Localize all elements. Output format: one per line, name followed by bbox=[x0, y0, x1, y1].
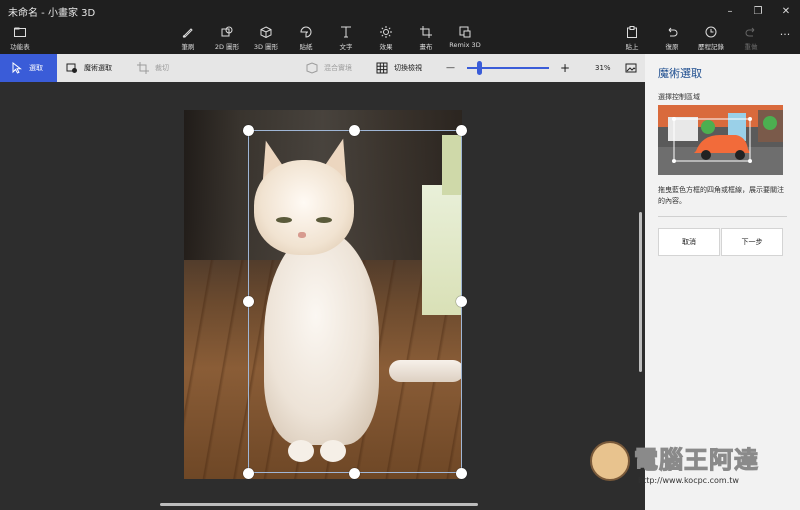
brushes-button[interactable]: 筆刷 bbox=[166, 26, 210, 51]
maximize-button[interactable]: ❐ bbox=[744, 0, 772, 22]
panel-subtitle: 選擇控制區域 bbox=[658, 93, 700, 101]
selection-handle-top-left[interactable] bbox=[243, 125, 254, 136]
zoom-slider-thumb[interactable] bbox=[477, 61, 482, 75]
horizontal-scrollbar[interactable] bbox=[160, 503, 478, 506]
toggle-view-label: 切換檢視 bbox=[394, 64, 422, 72]
zoom-in-button[interactable]: + bbox=[560, 54, 570, 82]
folder-icon bbox=[14, 26, 26, 38]
more-label: ··· bbox=[779, 28, 791, 41]
selection-handle-top[interactable] bbox=[349, 125, 360, 136]
undo-button[interactable]: 復原 bbox=[650, 26, 694, 51]
selection-handle-left[interactable] bbox=[243, 296, 254, 307]
shapes2d-label: 2D 圖形 bbox=[214, 43, 240, 51]
more-button[interactable]: ··· bbox=[763, 25, 800, 41]
image-icon bbox=[625, 62, 637, 74]
window-title: 未命名 - 小畫家 3D bbox=[8, 7, 96, 19]
text-label: 文字 bbox=[339, 43, 353, 51]
canvas-button[interactable]: 畫布 bbox=[404, 26, 448, 51]
close-button[interactable]: ✕ bbox=[772, 0, 800, 22]
shapes-2d-icon bbox=[221, 26, 233, 38]
watermark-url: http://www.kocpc.com.tw bbox=[638, 476, 739, 485]
magic-select-button[interactable]: 魔術選取 bbox=[66, 54, 112, 82]
effects-label: 效果 bbox=[379, 43, 393, 51]
selection-handle-right[interactable] bbox=[456, 296, 467, 307]
stickers-label: 貼紙 bbox=[299, 43, 313, 51]
panel-description: 拖曳藍色方框的四角或框線，展示要關注的內容。 bbox=[658, 186, 784, 205]
sticker-icon bbox=[300, 26, 312, 38]
vertical-scrollbar[interactable] bbox=[639, 212, 642, 372]
watermark-brand: 電腦王阿達 bbox=[634, 446, 759, 475]
mixed-reality-label: 混合實境 bbox=[324, 64, 352, 72]
zoom-plus-label: + bbox=[560, 61, 571, 75]
mixed-reality-button[interactable]: 混合實境 bbox=[306, 54, 352, 82]
paste-label: 貼上 bbox=[625, 43, 639, 51]
stickers-button[interactable]: 貼紙 bbox=[284, 26, 328, 51]
crop-button[interactable]: 裁切 bbox=[137, 54, 169, 82]
mixed-reality-icon bbox=[306, 62, 318, 74]
menu-label: 功能表 bbox=[10, 43, 30, 51]
cancel-button[interactable]: 取消 bbox=[658, 228, 720, 256]
brush-icon bbox=[182, 26, 194, 38]
minimize-button[interactable]: – bbox=[716, 0, 744, 22]
preview-illustration bbox=[658, 105, 783, 175]
magic-select-icon bbox=[66, 62, 78, 74]
brushes-label: 筆刷 bbox=[181, 43, 195, 51]
crop-icon bbox=[137, 62, 149, 74]
clipboard-icon bbox=[626, 26, 638, 38]
undo-icon bbox=[666, 26, 678, 38]
redo-label: 重做 bbox=[744, 43, 758, 51]
selection-handle-top-right[interactable] bbox=[456, 125, 467, 136]
effects-button[interactable]: 效果 bbox=[364, 26, 408, 51]
redo-icon bbox=[745, 26, 757, 38]
image-view-button[interactable] bbox=[625, 54, 643, 82]
canvas-icon bbox=[420, 26, 432, 38]
watermark: 電腦王阿達 http://www.kocpc.com.tw bbox=[590, 436, 790, 496]
canvas-label: 畫布 bbox=[419, 43, 433, 51]
history-label: 歷程記錄 bbox=[698, 43, 724, 51]
text-button[interactable]: 文字 bbox=[324, 26, 368, 51]
magic-select-label: 魔術選取 bbox=[84, 64, 112, 72]
menu-button[interactable]: 功能表 bbox=[0, 26, 42, 51]
select-tool-button[interactable]: 選取 bbox=[0, 54, 57, 82]
selection-handle-bottom[interactable] bbox=[349, 468, 360, 479]
title-bar: 未命名 - 小畫家 3D – ❐ ✕ bbox=[0, 0, 800, 22]
toggle-view-button[interactable]: 切換檢視 bbox=[376, 54, 422, 82]
text-icon bbox=[340, 26, 352, 38]
shapes2d-button[interactable]: 2D 圖形 bbox=[205, 26, 249, 51]
panel-divider bbox=[658, 216, 787, 217]
remix-label: Remix 3D bbox=[449, 41, 481, 49]
grid-icon bbox=[376, 62, 388, 74]
cursor-icon bbox=[11, 62, 23, 74]
select-label: 選取 bbox=[29, 64, 43, 72]
remix-button[interactable]: Remix 3D bbox=[443, 26, 487, 49]
selection-handle-bottom-left[interactable] bbox=[243, 468, 254, 479]
paste-button[interactable]: 貼上 bbox=[610, 26, 654, 51]
next-button[interactable]: 下一步 bbox=[721, 228, 783, 256]
zoom-percent-label: 31% bbox=[595, 64, 611, 72]
history-icon bbox=[705, 26, 717, 38]
undo-label: 復原 bbox=[665, 43, 679, 51]
sun-icon bbox=[380, 26, 392, 38]
selection-toolbar: 選取 魔術選取 裁切 混合實境 切換檢視 — + 31% bbox=[0, 54, 645, 82]
crop-label: 裁切 bbox=[155, 64, 169, 72]
zoom-percent: 31% bbox=[595, 54, 611, 82]
selection-handle-bottom-right[interactable] bbox=[456, 468, 467, 479]
cube-icon bbox=[260, 26, 272, 38]
panel-title: 魔術選取 bbox=[658, 67, 702, 80]
command-bar: 功能表 筆刷 2D 圖形 3D 圖形 貼紙 文字 效果 畫布 Remix 3D … bbox=[0, 22, 800, 54]
selection-box[interactable] bbox=[248, 130, 462, 473]
remix-icon bbox=[459, 26, 471, 38]
zoom-minus-label: — bbox=[446, 63, 455, 73]
shapes3d-label: 3D 圖形 bbox=[253, 43, 279, 51]
canvas-area[interactable] bbox=[0, 82, 645, 510]
watermark-mascot-icon bbox=[590, 441, 630, 481]
history-button[interactable]: 歷程記錄 bbox=[689, 26, 733, 51]
shapes3d-button[interactable]: 3D 圖形 bbox=[244, 26, 288, 51]
zoom-out-button[interactable]: — bbox=[446, 54, 455, 82]
